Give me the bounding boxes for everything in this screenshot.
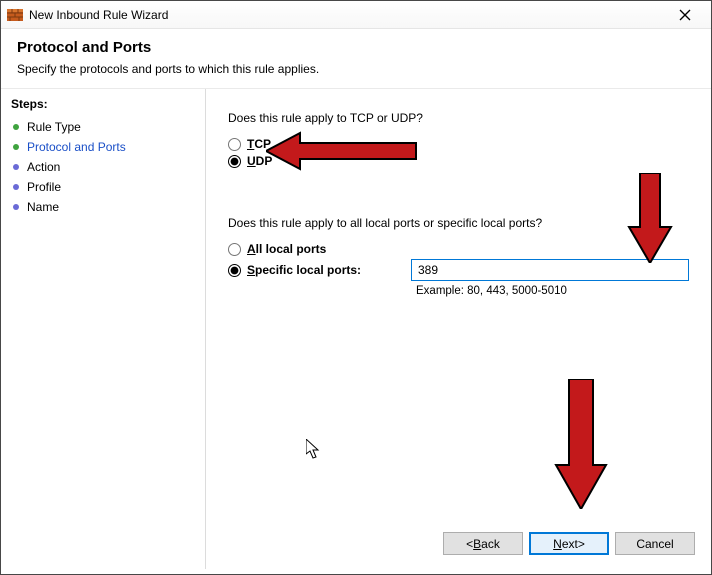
radio-tcp[interactable]	[228, 138, 241, 151]
specific-ports-input[interactable]	[411, 259, 689, 281]
cursor-icon	[306, 439, 322, 461]
bullet-icon	[11, 122, 21, 132]
step-label: Profile	[27, 180, 61, 194]
next-button[interactable]: Next >	[529, 532, 609, 555]
titlebar: New Inbound Rule Wizard	[1, 1, 711, 29]
bullet-icon	[11, 202, 21, 212]
bullet-icon	[11, 182, 21, 192]
annotation-arrow-icon	[554, 379, 608, 509]
radio-tcp-row[interactable]: TCP	[228, 137, 689, 151]
protocol-question: Does this rule apply to TCP or UDP?	[228, 111, 689, 125]
radio-all-ports[interactable]	[228, 243, 241, 256]
back-button[interactable]: < Back	[443, 532, 523, 555]
close-button[interactable]	[665, 1, 705, 28]
radio-udp-row[interactable]: UDP	[228, 154, 689, 168]
radio-specific-ports-row[interactable]: Specific local ports:	[228, 263, 397, 277]
page-subtitle: Specify the protocols and ports to which…	[17, 62, 695, 76]
step-label: Rule Type	[27, 120, 81, 134]
radio-all-ports-label: All local ports	[247, 242, 326, 256]
step-label: Protocol and Ports	[27, 140, 126, 154]
close-icon	[679, 9, 691, 21]
firewall-icon	[7, 7, 23, 23]
step-label: Name	[27, 200, 59, 214]
radio-all-ports-row[interactable]: All local ports	[228, 242, 689, 256]
ports-question: Does this rule apply to all local ports …	[228, 216, 689, 230]
steps-heading: Steps:	[11, 97, 195, 111]
wizard-header: Protocol and Ports Specify the protocols…	[1, 29, 711, 88]
page-title: Protocol and Ports	[17, 39, 695, 56]
radio-udp-label: UDP	[247, 154, 272, 168]
steps-sidebar: Steps: Rule Type Protocol and Ports Acti…	[1, 89, 206, 569]
radio-udp[interactable]	[228, 155, 241, 168]
step-profile[interactable]: Profile	[11, 177, 195, 197]
wizard-body: Steps: Rule Type Protocol and Ports Acti…	[1, 88, 711, 569]
radio-specific-ports-label: Specific local ports:	[247, 263, 397, 277]
step-label: Action	[27, 160, 60, 174]
step-rule-type[interactable]: Rule Type	[11, 117, 195, 137]
wizard-footer: < Back Next > Cancel	[443, 532, 695, 555]
step-protocol-ports[interactable]: Protocol and Ports	[11, 137, 195, 157]
wizard-window: New Inbound Rule Wizard Protocol and Por…	[0, 0, 712, 575]
radio-specific-ports[interactable]	[228, 264, 241, 277]
step-action[interactable]: Action	[11, 157, 195, 177]
ports-example-text: Example: 80, 443, 5000-5010	[416, 285, 689, 297]
window-title: New Inbound Rule Wizard	[29, 8, 665, 22]
step-name[interactable]: Name	[11, 197, 195, 217]
bullet-icon	[11, 162, 21, 172]
radio-tcp-label: TCP	[247, 137, 271, 151]
bullet-icon	[11, 142, 21, 152]
wizard-main: Does this rule apply to TCP or UDP? TCP …	[206, 89, 711, 569]
cancel-button[interactable]: Cancel	[615, 532, 695, 555]
